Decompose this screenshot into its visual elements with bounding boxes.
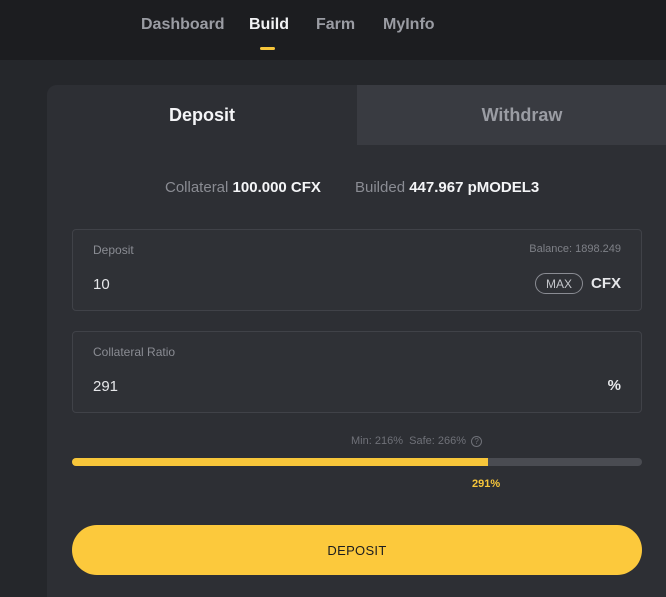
min-ratio-label: Min: 216% — [351, 435, 403, 447]
ratio-field-label: Collateral Ratio — [93, 345, 176, 359]
nav-item-build[interactable]: Build — [249, 16, 289, 34]
ratio-unit: % — [607, 377, 621, 394]
current-ratio-label: 291% — [472, 478, 501, 490]
nav-item-farm[interactable]: Farm — [316, 16, 355, 34]
safe-ratio-label: Safe: 266% — [409, 435, 466, 447]
builded-summary: Builded 447.967 pMODEL3 — [355, 179, 539, 196]
deposit-unit: CFX — [591, 275, 621, 292]
build-panel: Deposit Withdraw Collateral 100.000 CFX … — [47, 85, 666, 597]
deposit-amount-input[interactable] — [93, 276, 393, 293]
collateral-summary: Collateral 100.000 CFX — [165, 179, 321, 196]
top-navigation: Dashboard Build Farm MyInfo — [0, 0, 666, 60]
tab-withdraw[interactable]: Withdraw — [357, 85, 666, 145]
balance-readout: Balance: 1898.249 — [529, 243, 621, 255]
max-button[interactable]: MAX — [535, 273, 583, 294]
collateral-ratio-field: Collateral Ratio % — [72, 331, 642, 413]
nav-item-dashboard[interactable]: Dashboard — [141, 16, 225, 34]
help-icon[interactable]: ? — [471, 435, 483, 447]
tab-deposit[interactable]: Deposit — [47, 85, 357, 145]
collateral-label: Collateral — [165, 179, 229, 196]
builded-label: Builded — [355, 179, 406, 196]
nav-item-myinfo[interactable]: MyInfo — [383, 16, 435, 34]
ratio-thresholds: Min: 216% Safe: 266% ? — [351, 435, 483, 447]
collateral-value: 100.000 CFX — [232, 179, 321, 196]
collateral-ratio-fill — [72, 458, 489, 466]
deposit-button[interactable]: DEPOSIT — [72, 525, 642, 575]
collateral-ratio-bar — [72, 458, 642, 466]
builded-value: 447.967 pMODEL3 — [409, 179, 540, 196]
deposit-field: Deposit Balance: 1898.249 MAX CFX — [72, 229, 642, 311]
collateral-ratio-input[interactable] — [93, 378, 393, 395]
deposit-field-label: Deposit — [93, 243, 134, 257]
active-nav-indicator — [260, 47, 275, 50]
